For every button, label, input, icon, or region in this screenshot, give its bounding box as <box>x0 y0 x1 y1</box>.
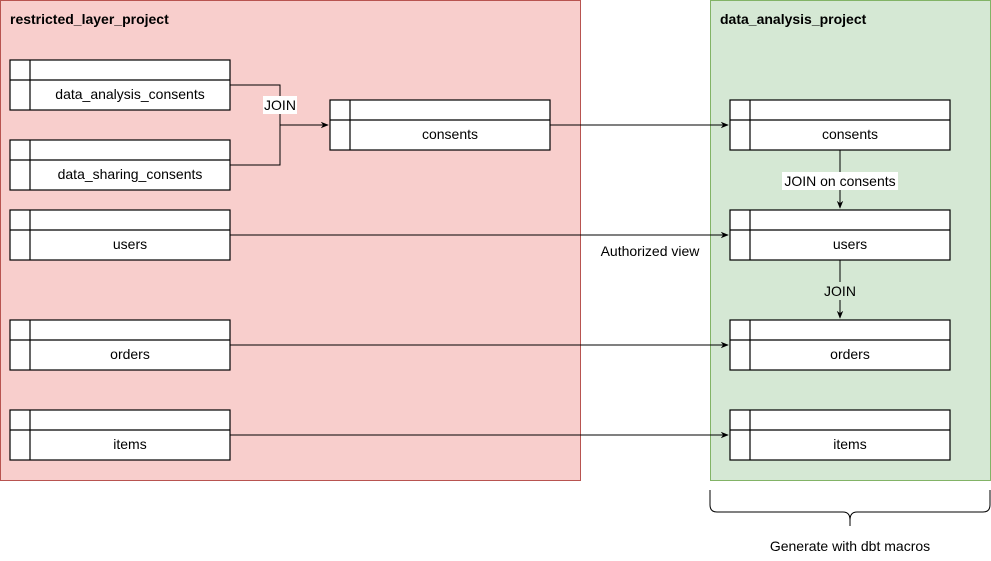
table-name: users <box>113 236 147 252</box>
restricted-table-users[interactable]: users <box>9 209 231 261</box>
curly-brace-icon <box>709 490 991 526</box>
analysis-table-users[interactable]: users <box>729 209 951 261</box>
join-label: JOIN <box>264 97 296 113</box>
table-name: consents <box>422 126 478 142</box>
brace: Generate with dbt macros <box>709 490 991 554</box>
table-name: data_analysis_consents <box>55 86 204 102</box>
restricted-table-data-analysis-consents[interactable]: data_analysis_consents <box>9 59 231 111</box>
diagram-canvas: restricted_layer_project data_analysis_p… <box>0 0 991 554</box>
restricted-table-data-sharing-consents[interactable]: data_sharing_consents <box>9 139 231 191</box>
join-label-2: JOIN <box>824 283 856 299</box>
restricted-table-orders[interactable]: orders <box>9 319 231 371</box>
analysis-table-items[interactable]: items <box>729 409 951 461</box>
table-name: consents <box>822 126 878 142</box>
table-name: users <box>833 236 867 252</box>
restricted-table-items[interactable]: items <box>9 409 231 461</box>
table-name: items <box>113 436 146 452</box>
join-on-consents-label: JOIN on consents <box>784 173 895 189</box>
analysis-table-consents[interactable]: consents <box>729 99 951 151</box>
analysis-table-orders[interactable]: orders <box>729 319 951 371</box>
table-name: items <box>833 436 866 452</box>
table-name: orders <box>830 346 870 362</box>
table-name: data_sharing_consents <box>58 166 203 182</box>
authorized-view-label: Authorized view <box>601 243 701 259</box>
brace-label: Generate with dbt macros <box>770 538 930 554</box>
container-title: restricted_layer_project <box>10 11 169 27</box>
container-title: data_analysis_project <box>720 11 867 27</box>
table-name: orders <box>110 346 150 362</box>
restricted-table-consents[interactable]: consents <box>329 99 551 151</box>
